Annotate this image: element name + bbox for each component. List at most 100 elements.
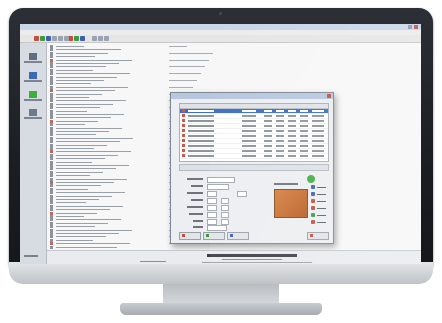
toolbar-gray-icon[interactable] xyxy=(98,36,103,41)
list-item-name xyxy=(56,243,130,245)
form-field-input[interactable] xyxy=(207,184,229,190)
form-field-input[interactable] xyxy=(207,191,217,197)
list-item-name xyxy=(56,165,129,166)
toolbar-gray-icon[interactable] xyxy=(92,36,97,41)
list-item-detail xyxy=(169,59,209,61)
record-icon xyxy=(182,114,185,117)
toolbar-gray-icon[interactable] xyxy=(104,36,109,41)
dialog-action-label xyxy=(317,201,326,202)
form-field-input[interactable] xyxy=(207,212,217,218)
table-cell xyxy=(300,120,308,122)
table-cell xyxy=(242,115,256,117)
table-cell xyxy=(242,110,256,112)
sidebar-item-label xyxy=(24,61,42,63)
list-item-name xyxy=(56,52,108,54)
toolbar-gray-icon[interactable] xyxy=(58,36,63,41)
table-cell xyxy=(312,125,324,127)
list-item-name xyxy=(56,209,110,211)
table-cell xyxy=(288,125,296,127)
toolbar-gray-icon[interactable] xyxy=(64,36,69,41)
blue-icon xyxy=(311,185,315,189)
form-field-label xyxy=(187,206,203,208)
list-item-name xyxy=(56,66,106,68)
dialog-action-button[interactable] xyxy=(311,192,327,197)
folder-icon xyxy=(29,72,37,79)
form-field-input[interactable] xyxy=(221,212,229,218)
table-cell xyxy=(300,125,308,127)
sidebar-item[interactable] xyxy=(24,91,42,103)
close-icon[interactable] xyxy=(414,25,418,29)
toolbar-green-icon[interactable] xyxy=(40,36,45,41)
dialog-close-icon[interactable] xyxy=(327,94,331,98)
form-field-input[interactable] xyxy=(221,198,229,204)
list-item-name xyxy=(56,59,132,61)
record-dialog xyxy=(170,92,334,244)
file-icon xyxy=(50,245,53,249)
dialog-action-button[interactable] xyxy=(311,206,327,211)
dialog-bottom-button[interactable] xyxy=(179,232,201,240)
toolbar-gray-icon[interactable] xyxy=(52,36,57,41)
list-item-name xyxy=(56,216,84,217)
list-item-name xyxy=(56,124,85,126)
record-navigator[interactable] xyxy=(179,164,329,171)
list-item-name xyxy=(56,100,126,102)
dialog-titlebar xyxy=(171,93,333,99)
list-item-name xyxy=(56,161,92,163)
sidebar-item[interactable] xyxy=(24,72,42,84)
dialog-action-button[interactable] xyxy=(311,213,327,218)
list-item-name xyxy=(56,151,131,153)
footer-copyright xyxy=(202,262,312,263)
app-window xyxy=(20,24,421,264)
dialog-bottom-button[interactable] xyxy=(227,232,249,240)
sidebar-item[interactable] xyxy=(24,109,42,121)
color-swatch[interactable] xyxy=(274,189,308,218)
toolbar-blue-icon[interactable] xyxy=(80,36,85,41)
sidebar-item[interactable] xyxy=(24,53,42,65)
monitor-icon xyxy=(29,53,37,60)
form-field-input[interactable] xyxy=(221,205,229,211)
table-cell xyxy=(188,135,214,137)
table-cell xyxy=(276,110,284,112)
list-item-name xyxy=(56,117,111,119)
table-cell xyxy=(276,155,284,157)
list-item[interactable] xyxy=(47,245,421,249)
list-item-name xyxy=(56,103,113,105)
form-field-input[interactable] xyxy=(207,225,227,231)
form-field-input[interactable] xyxy=(207,177,235,183)
toolbar-green-icon[interactable] xyxy=(74,36,79,41)
list-item-name xyxy=(56,148,94,149)
minimize-icon[interactable] xyxy=(408,25,412,29)
toolbar-red-icon[interactable] xyxy=(34,36,39,41)
monitor-chin xyxy=(9,262,433,284)
form-field-input[interactable] xyxy=(237,191,247,197)
toolbar xyxy=(20,35,421,43)
dialog-bottom-button[interactable] xyxy=(203,232,225,240)
delete-button[interactable] xyxy=(307,232,329,240)
dialog-action-button[interactable] xyxy=(311,220,327,225)
records-table[interactable] xyxy=(179,103,329,162)
form-field-input[interactable] xyxy=(207,205,217,211)
table-cell xyxy=(312,130,324,132)
form-field-label xyxy=(191,199,203,201)
list-item-detail xyxy=(169,86,193,88)
record-icon xyxy=(182,139,185,142)
dialog-action-button[interactable] xyxy=(311,185,327,190)
table-row[interactable] xyxy=(180,154,328,159)
form-field-input[interactable] xyxy=(207,198,217,204)
table-cell xyxy=(276,140,284,142)
footer-banner xyxy=(47,250,421,264)
table-cell xyxy=(288,110,296,112)
dialog-action-button[interactable] xyxy=(311,199,327,204)
list-item-name xyxy=(56,171,103,173)
record-icon xyxy=(182,109,185,112)
record-icon xyxy=(182,134,185,137)
list-item-detail xyxy=(169,73,201,75)
list-item-name xyxy=(56,137,133,139)
record-icon xyxy=(182,129,185,132)
toolbar-blue-icon[interactable] xyxy=(46,36,51,41)
table-cell xyxy=(312,140,324,142)
list-item-name xyxy=(56,188,88,190)
list-item-name xyxy=(56,239,93,241)
list-item-name xyxy=(56,127,122,129)
table-cell xyxy=(300,155,308,157)
